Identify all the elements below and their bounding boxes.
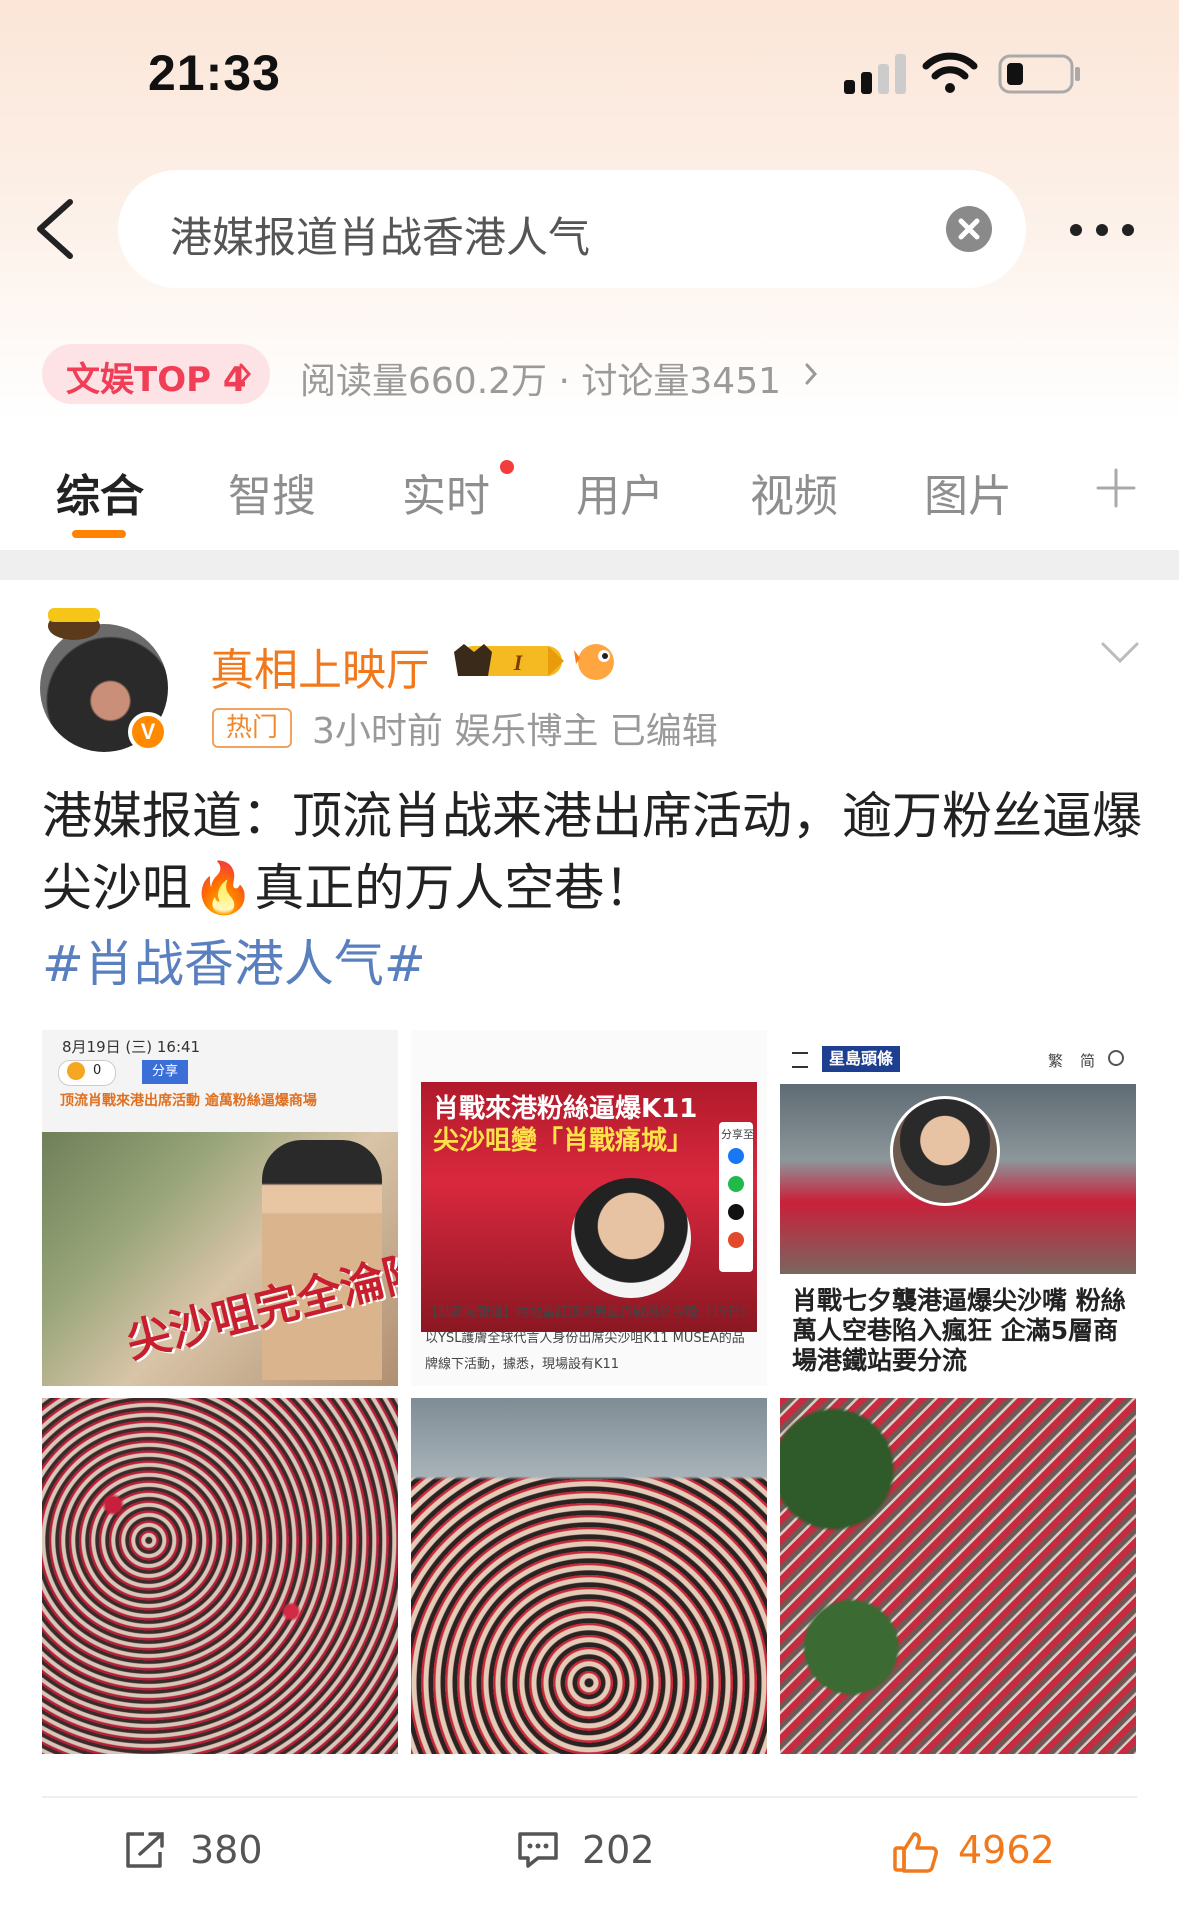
search-query-text: 港媒报道肖战香港人气 [170, 213, 591, 262]
lucky-hat-decoration-icon [48, 608, 100, 640]
tab-comprehensive[interactable]: 综合 [56, 460, 144, 524]
chat-icon [67, 1062, 85, 1080]
wifi-icon [922, 52, 978, 93]
img2-share-panel: 分享至 [719, 1122, 754, 1272]
post-image-6[interactable] [780, 1398, 1136, 1754]
tab-video[interactable]: 视频 [750, 460, 838, 524]
fan-badge-icon [574, 644, 614, 680]
tab-users[interactable]: 用户 [576, 460, 664, 524]
comment-icon [518, 1832, 558, 1868]
repost-icon [126, 1832, 164, 1868]
hot-rank-label: 文娱TOP 4 [66, 360, 247, 400]
fire-emoji-icon: 🔥 [192, 859, 255, 917]
active-tab-indicator [72, 530, 126, 538]
thumbs-up-icon [893, 1832, 938, 1873]
img3-face [890, 1096, 1000, 1206]
repost-count: 380 [190, 1828, 263, 1872]
cellular-signal-icon [844, 54, 906, 94]
post-text-part2: 真正的万人空巷！ [254, 859, 655, 917]
verified-badge-icon: V [128, 712, 168, 752]
tab-smart-search[interactable]: 智搜 [228, 460, 316, 524]
author-avatar[interactable]: V [40, 600, 170, 752]
img1-counter: 0 [58, 1060, 116, 1086]
clear-search-icon[interactable] [946, 206, 992, 252]
realtime-notification-dot [500, 460, 514, 474]
img1-headline: 顶流肖戰來港出席活動 逾萬粉絲逼爆商場 [60, 1093, 317, 1109]
post-image-3[interactable]: 星島頭條 繁 简 肖戰七夕襲港逼爆尖沙嘴 粉絲萬人空巷陷入瘋狂 企滿5層商場港鐵… [780, 1030, 1136, 1386]
img2-caption: 【點新聞報道】內地當紅頂流男星肖戰將於今晚（19日）以YSL護膚全球代言人身份出… [425, 1305, 754, 1372]
member-level-text: I [513, 650, 524, 675]
hot-tag-badge: 热门 [212, 708, 292, 748]
like-count: 4962 [958, 1828, 1055, 1872]
post-image-4[interactable] [42, 1398, 398, 1754]
member-crown-icon: I [454, 644, 564, 676]
tab-realtime[interactable]: 实时 [402, 460, 490, 524]
img3-headline: 肖戰七夕襲港逼爆尖沙嘴 粉絲萬人空巷陷入瘋狂 企滿5層商場港鐵站要分流 [792, 1286, 1126, 1375]
battery-icon [998, 54, 1080, 94]
topic-stats[interactable]: 阅读量660.2万 · 讨论量3451 [300, 352, 781, 404]
section-divider [0, 550, 1179, 580]
weibo-icon [728, 1232, 744, 1248]
x-icon [728, 1204, 744, 1220]
comment-count: 202 [582, 1828, 655, 1872]
chevron-right-icon [239, 363, 252, 385]
img2-face [571, 1178, 691, 1298]
img1-count: 0 [93, 1063, 102, 1078]
img1-date: 8月19日 (三) 16:41 [62, 1038, 201, 1056]
img2-banner2: 尖沙咀變「肖戰痛城」 [433, 1126, 694, 1156]
wechat-icon [728, 1176, 744, 1192]
post-body: 港媒报道：顶流肖战来港出席活动，逾万粉丝逼爆尖沙咀🔥真正的万人空巷！ [42, 780, 1142, 924]
search-input[interactable]: 港媒报道肖战香港人气 [118, 170, 1026, 288]
facebook-icon [728, 1148, 744, 1164]
post-hashtag[interactable]: #肖战香港人气# [42, 924, 426, 996]
back-arrow-icon[interactable] [30, 196, 80, 262]
chevron-down-icon[interactable] [1100, 640, 1140, 666]
more-options-icon[interactable] [1068, 222, 1136, 238]
img2-share-to: 分享至 [721, 1128, 754, 1141]
search-icon [1108, 1050, 1124, 1066]
action-divider [42, 1796, 1137, 1798]
img3-lang-simp: 简 [1080, 1052, 1096, 1070]
post-image-5[interactable] [411, 1398, 767, 1754]
chevron-right-icon [805, 363, 818, 385]
post-image-2[interactable]: 肖戰來港粉絲逼爆K11 尖沙咀變「肖戰痛城」 分享至 【點新聞報道】內地當紅頂流… [411, 1030, 767, 1386]
menu-icon [792, 1052, 808, 1068]
add-tab-icon[interactable] [1096, 468, 1136, 508]
author-name[interactable]: 真相上映厅 [210, 634, 430, 698]
tab-images[interactable]: 图片 [924, 460, 1012, 524]
hot-rank-badge[interactable]: 文娱TOP 4 [42, 344, 270, 404]
post-image-1[interactable]: 8月19日 (三) 16:41 0 分享 顶流肖戰來港出席活動 逾萬粉絲逼爆商場… [42, 1030, 398, 1386]
img1-share: 分享 [142, 1060, 188, 1084]
post-meta: 3小时前 娱乐博主 已编辑 [312, 711, 718, 752]
status-time: 21:33 [148, 45, 281, 101]
img3-lang-trad: 繁 [1048, 1052, 1064, 1070]
img3-brand: 星島頭條 [822, 1046, 900, 1072]
